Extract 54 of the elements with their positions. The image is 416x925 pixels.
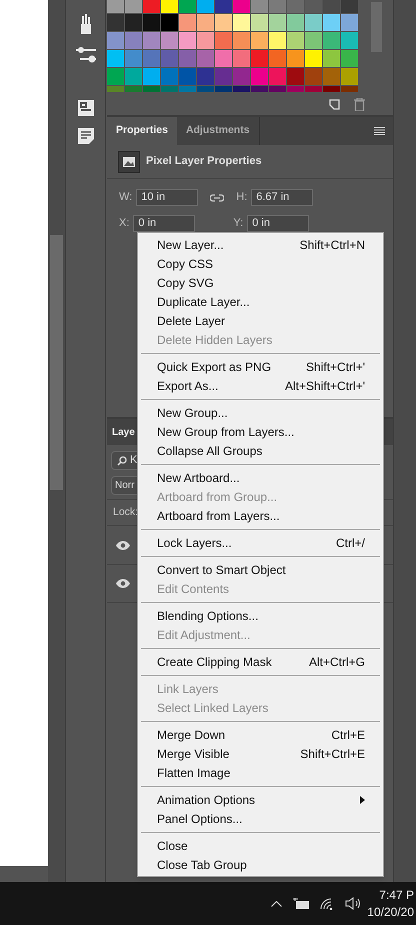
menu-item[interactable]: Delete Layer (138, 311, 383, 330)
menu-item[interactable]: Animation Options (138, 790, 383, 809)
clock-time[interactable]: 7:47 P (379, 886, 414, 904)
menu-item[interactable]: Quick Export as PNG Shift+Ctrl+' (138, 357, 383, 376)
dimension-field[interactable]: 0 in (247, 215, 310, 232)
menu-item[interactable]: New Layer... Shift+Ctrl+N (138, 235, 383, 254)
dimension-field[interactable]: 10 in (136, 189, 198, 206)
menu-item[interactable]: Artboard from Layers... (138, 506, 383, 525)
menu-icon[interactable] (374, 127, 385, 135)
menu-item[interactable]: New Group... (138, 403, 383, 422)
chevron-up-icon[interactable] (271, 900, 282, 906)
panel-title: Pixel Layer Properties (146, 154, 262, 170)
menu-item[interactable]: Create Clipping Mask Alt+Ctrl+G (138, 652, 383, 671)
sliders-icon[interactable] (76, 46, 96, 64)
lock-label: Lock: (113, 504, 138, 520)
menu-item[interactable]: Copy SVG (138, 273, 383, 292)
submenu-arrow-icon (360, 796, 365, 804)
search-icon (117, 456, 127, 466)
menu-item[interactable]: Merge Visible Shift+Ctrl+E (138, 744, 383, 763)
field-label: H: (236, 190, 248, 206)
menu-item[interactable]: Merge Down Ctrl+E (138, 725, 383, 744)
notes-icon[interactable] (78, 128, 94, 144)
menu-item[interactable]: Lock Layers... Ctrl+/ (138, 533, 383, 552)
dimension-field[interactable]: 6.67 in (251, 189, 314, 206)
eye-icon[interactable] (116, 579, 130, 588)
menu-item[interactable]: Panel Options... (138, 809, 383, 828)
menu-item[interactable]: New Artboard... (138, 468, 383, 487)
new-swatch-icon[interactable] (329, 98, 340, 110)
clock-date[interactable]: 10/20/20 (367, 904, 414, 920)
menu-item[interactable]: Blending Options... (138, 606, 383, 625)
panel-tab[interactable]: Properties (107, 117, 177, 145)
menu-item[interactable]: Convert to Smart Object (138, 560, 383, 579)
menu-item[interactable]: Flatten Image (138, 763, 383, 782)
battery-icon[interactable] (293, 898, 309, 909)
panel-layout-icon[interactable] (78, 100, 94, 116)
menu-item[interactable]: Close (138, 836, 383, 855)
menu-item[interactable]: Collapse All Groups (138, 441, 383, 460)
eye-icon[interactable] (116, 540, 130, 550)
field-label: Y: (233, 216, 244, 232)
menu-item[interactable]: New Group from Layers... (138, 422, 383, 441)
image-layer-icon (118, 150, 140, 172)
field-label: W: (119, 190, 132, 206)
trash-icon[interactable] (354, 98, 365, 110)
wifi-icon[interactable] (320, 898, 334, 910)
field-label: X: (119, 216, 130, 232)
menu-item[interactable]: Copy CSS (138, 254, 383, 273)
menu-item[interactable]: Close Tab Group (138, 855, 383, 874)
panel-tab[interactable]: Laye (112, 424, 135, 440)
speaker-icon[interactable] (345, 897, 361, 910)
link-icon[interactable] (210, 194, 224, 202)
menu-item[interactable]: Export As... Alt+Shift+Ctrl+' (138, 376, 383, 395)
menu-item[interactable]: Duplicate Layer... (138, 292, 383, 311)
dimension-field[interactable]: 0 in (133, 215, 196, 232)
scrollbar-thumb[interactable] (50, 235, 63, 490)
